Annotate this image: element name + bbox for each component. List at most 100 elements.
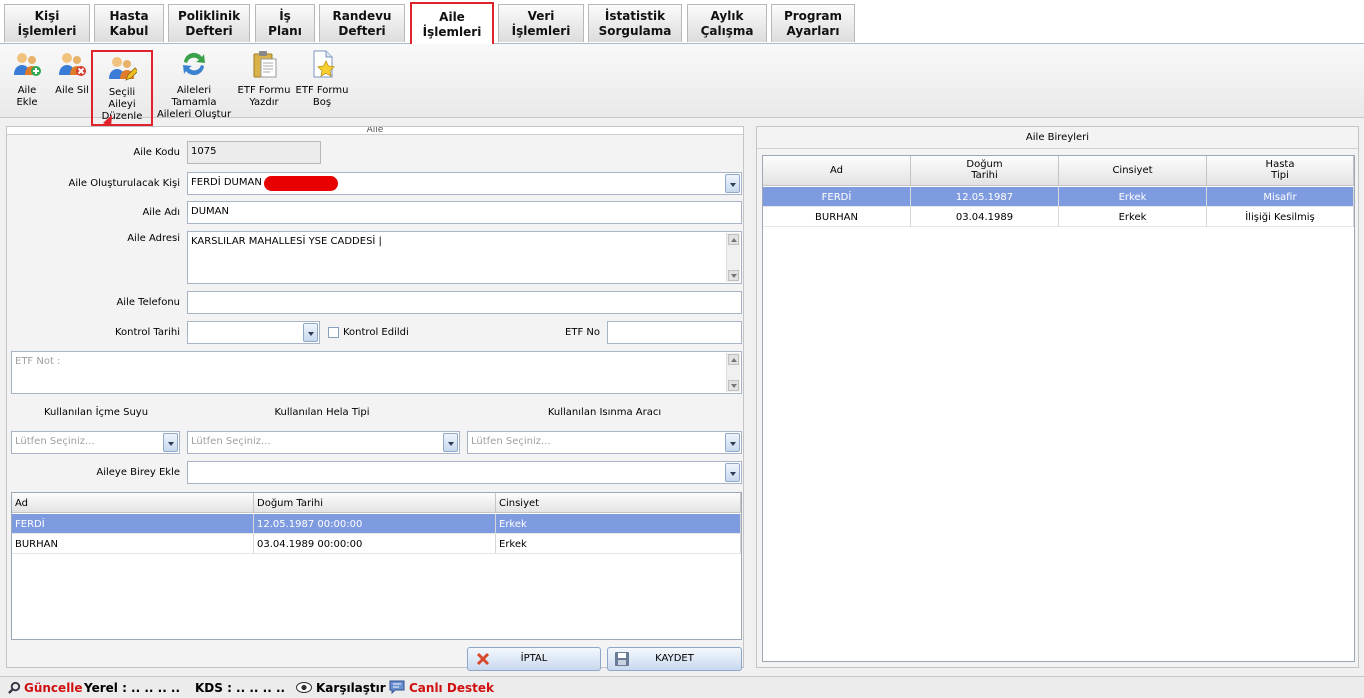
scrollbar[interactable]: [726, 233, 740, 282]
etf-no-label: ETF No: [565, 327, 600, 338]
chevron-down-icon[interactable]: [725, 463, 740, 482]
chevron-down-icon[interactable]: [443, 433, 458, 452]
cell-ad: FERDİ: [12, 514, 254, 534]
column-header-hasta-tipi[interactable]: Hasta Tipi: [1207, 156, 1354, 186]
refresh-arrows-icon: [183, 52, 205, 76]
column-header-ad[interactable]: Ad: [12, 493, 254, 513]
aile-form-panel: Aile Aile Kodu 1075 Aile Oluşturulacak K…: [6, 126, 744, 671]
column-header-dogum-tarihi[interactable]: Doğum Tarihi: [911, 156, 1059, 186]
etf-formu-yazdir-button[interactable]: ETF Formu Yazdır: [236, 49, 292, 109]
scroll-up-icon[interactable]: [728, 354, 739, 365]
cell-cinsiyet: Erkek: [496, 534, 741, 554]
cell-ad: BURHAN: [763, 207, 911, 227]
cancel-x-icon: [476, 652, 490, 666]
hela-tipi-select[interactable]: Lütfen Seçiniz...: [187, 431, 460, 454]
scroll-down-icon[interactable]: [728, 380, 739, 391]
chat-bubble-icon: [389, 680, 405, 694]
chevron-down-icon[interactable]: [725, 433, 740, 452]
cell-dogum-tarihi: 03.04.1989: [911, 207, 1059, 227]
aile-telefonu-input[interactable]: [187, 291, 742, 314]
table-row[interactable]: FERDİ 12.05.1987 00:00:00 Erkek: [12, 514, 741, 534]
isinma-araci-select[interactable]: Lütfen Seçiniz...: [467, 431, 742, 454]
scroll-up-icon[interactable]: [728, 234, 739, 245]
chevron-down-icon[interactable]: [163, 433, 178, 452]
document-star-icon: [313, 50, 335, 78]
scrollbar[interactable]: [726, 353, 740, 392]
cell-ad: FERDİ: [763, 187, 911, 207]
aileye-birey-ekle-select[interactable]: [187, 461, 742, 484]
family-delete-icon: [59, 53, 86, 76]
main-tab-bar: Kişi İşlemleri Hasta Kabul Poliklinik Defte…: [0, 0, 1364, 44]
clipboard-print-icon: [253, 51, 277, 78]
column-header-cinsiyet[interactable]: Cinsiyet: [496, 493, 741, 513]
save-disk-icon: [615, 652, 629, 666]
scroll-down-icon[interactable]: [728, 270, 739, 281]
aile-kodu-field: 1075: [187, 141, 321, 164]
cell-dogum-tarihi: 12.05.1987: [911, 187, 1059, 207]
tab-aile-islemleri[interactable]: Aile İşlemleri: [410, 2, 494, 44]
kontrol-edildi-checkbox[interactable]: [328, 327, 339, 338]
family-add-icon: [14, 53, 41, 76]
tab-is-plani[interactable]: İş Planı: [255, 4, 315, 42]
aile-adresi-label: Aile Adresi: [127, 233, 180, 244]
hela-tipi-label: Kullanılan Hela Tipi: [274, 407, 370, 418]
karsilastir-link[interactable]: Karşılaştır: [316, 681, 386, 695]
table-row[interactable]: FERDİ 12.05.1987 Erkek Misafir: [763, 187, 1354, 207]
cell-dogum-tarihi: 12.05.1987 00:00:00: [254, 514, 496, 534]
column-header-dogum-tarihi[interactable]: Doğum Tarihi: [254, 493, 496, 513]
aileye-birey-ekle-label: Aileye Birey Ekle: [96, 467, 180, 478]
table-row[interactable]: BURHAN 03.04.1989 Erkek İlişiği Kesilmiş: [763, 207, 1354, 227]
aile-adresi-textarea[interactable]: KARSLILAR MAHALLESİ YSE CADDESİ |: [187, 231, 742, 284]
aile-adi-label: Aile Adı: [142, 207, 180, 218]
aileleri-tamamla-button[interactable]: Aileleri Tamamla Aileleri Oluştur: [154, 49, 234, 121]
aile-olusturulacak-kisi-label: Aile Oluşturulacak Kişi: [68, 178, 180, 189]
tab-kisi-islemleri[interactable]: Kişi İşlemleri: [4, 4, 90, 42]
tab-veri-islemleri[interactable]: Veri İşlemleri: [498, 4, 584, 42]
cell-cinsiyet: Erkek: [1059, 187, 1207, 207]
tab-istatistik-sorgulama[interactable]: İstatistik Sorgulama: [588, 4, 682, 42]
aile-adi-input[interactable]: DUMAN: [187, 201, 742, 224]
etf-formu-bos-button[interactable]: ETF Formu Boş: [294, 49, 350, 109]
aile-bireyleri-panel: Aile Bireyleri Ad Doğum Tarihi Cinsiyet H…: [756, 126, 1359, 668]
yerel-status: Yerel : .. .. .. ..: [84, 681, 181, 695]
table-row[interactable]: BURHAN 03.04.1989 00:00:00 Erkek: [12, 534, 741, 554]
chevron-down-icon[interactable]: [725, 174, 740, 193]
isinma-araci-label: Kullanılan Isınma Aracı: [547, 407, 662, 418]
cell-cinsiyet: Erkek: [1059, 207, 1207, 227]
aile-kodu-label: Aile Kodu: [133, 147, 180, 158]
tab-randevu-defteri[interactable]: Randevu Defteri: [319, 4, 405, 42]
cell-ad: BURHAN: [12, 534, 254, 554]
kontrol-edildi-label: Kontrol Edildi: [343, 327, 409, 338]
icme-suyu-select[interactable]: Lütfen Seçiniz...: [11, 431, 180, 454]
cell-dogum-tarihi: 03.04.1989 00:00:00: [254, 534, 496, 554]
panel-title: Aile Bireyleri: [757, 127, 1358, 149]
magnifier-icon: [8, 681, 21, 694]
tab-poliklinik-defteri[interactable]: Poliklinik Defteri: [168, 4, 250, 42]
aile-olusturulacak-kisi-select[interactable]: FERDİ DUMAN (: [187, 172, 742, 195]
etf-not-textarea[interactable]: ETF Not :: [11, 351, 742, 394]
cell-hasta-tipi: Misafir: [1207, 187, 1354, 207]
aile-uyeleri-grid: Ad Doğum Tarihi Cinsiyet FERDİ 12.05.198…: [11, 492, 742, 640]
kontrol-tarihi-picker[interactable]: [187, 321, 320, 344]
aile-ekle-button[interactable]: Aile Ekle: [6, 49, 48, 109]
kontrol-tarihi-label: Kontrol Tarihi: [115, 327, 180, 338]
ribbon-toolbar: Aile Ekle Aile Sil Seçili Aileyi Düzenle…: [0, 44, 1364, 162]
icme-suyu-label: Kullanılan İçme Suyu: [43, 407, 149, 418]
tab-aylik-calisma[interactable]: Aylık Çalışma: [687, 4, 767, 42]
tab-program-ayarlari[interactable]: Program Ayarları: [771, 4, 855, 42]
tab-hasta-kabul[interactable]: Hasta Kabul: [94, 4, 164, 42]
guncelle-link[interactable]: Güncelle: [24, 681, 83, 695]
column-header-cinsiyet[interactable]: Cinsiyet: [1059, 156, 1207, 186]
kaydet-button[interactable]: KAYDET: [607, 647, 742, 671]
eye-icon: [296, 682, 312, 693]
family-edit-icon: [109, 57, 137, 81]
iptal-button[interactable]: İPTAL: [467, 647, 601, 671]
panel-title: Aile: [7, 127, 743, 135]
canli-destek-link[interactable]: Canlı Destek: [409, 681, 494, 695]
column-header-ad[interactable]: Ad: [763, 156, 911, 186]
aile-sil-button[interactable]: Aile Sil: [52, 49, 92, 97]
chevron-down-icon[interactable]: [303, 323, 318, 342]
cell-hasta-tipi: İlişiği Kesilmiş: [1207, 207, 1354, 227]
etf-no-input[interactable]: [607, 321, 742, 344]
kds-status: KDS : .. .. .. ..: [195, 681, 286, 695]
